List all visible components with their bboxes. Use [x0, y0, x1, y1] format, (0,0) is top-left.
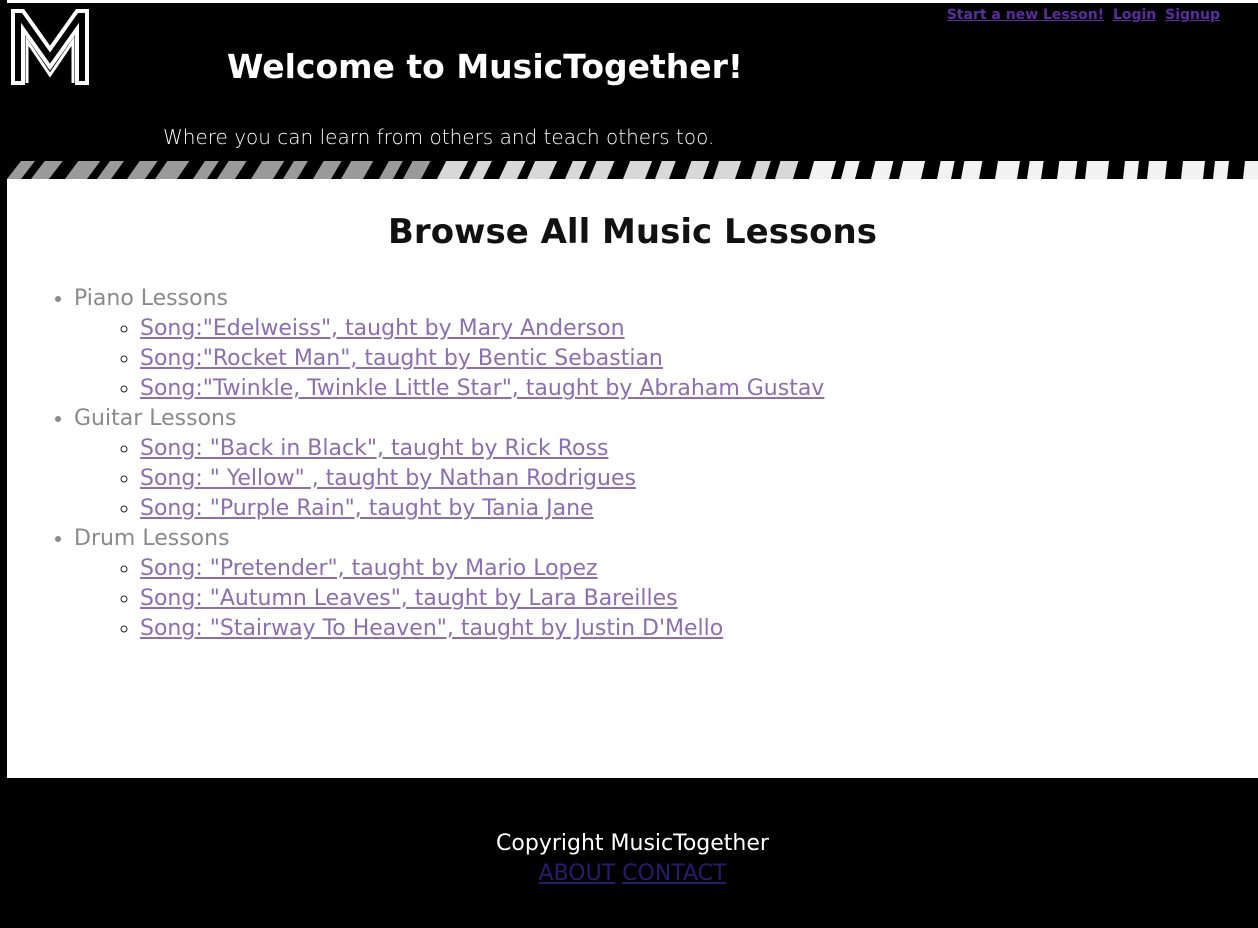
piano-key — [437, 161, 469, 179]
piano-key — [775, 161, 799, 179]
about-link[interactable]: ABOUT — [539, 861, 616, 886]
copyright-text: Copyright MusicTogether — [496, 831, 769, 856]
list-item: Song:"Twinkle, Twinkle Little Star", tau… — [140, 374, 1258, 404]
category-drum: Drum Lessons Song: "Pretender", taught b… — [74, 524, 1258, 644]
start-new-lesson-link[interactable]: Start a new Lesson! — [947, 7, 1104, 23]
category-label: Piano Lessons — [74, 286, 228, 311]
piano-key — [937, 161, 955, 179]
piano-key — [313, 161, 342, 179]
piano-keys-banner — [7, 161, 1258, 179]
piano-key — [127, 161, 158, 179]
lesson-link[interactable]: Song: " Yellow" , taught by Nathan Rodri… — [140, 466, 636, 491]
piano-key — [751, 161, 771, 179]
piano-key — [7, 161, 35, 179]
lesson-link[interactable]: Song: "Back in Black", taught by Rick Ro… — [140, 436, 608, 461]
piano-key — [341, 161, 374, 179]
list-item: Song: "Purple Rain", taught by Tania Jan… — [140, 494, 1258, 524]
contact-link[interactable]: CONTACT — [622, 861, 726, 886]
lesson-link[interactable]: Song: "Purple Rain", taught by Tania Jan… — [140, 496, 594, 521]
piano-key — [841, 161, 860, 179]
piano-key — [655, 161, 676, 179]
piano-key — [155, 161, 190, 179]
left-edge-strip — [0, 0, 7, 928]
list-item: Song: "Pretender", taught by Mario Lopez — [140, 554, 1258, 584]
lesson-link[interactable]: Song:"Twinkle, Twinkle Little Star", tau… — [140, 376, 824, 401]
piano-key — [31, 161, 63, 179]
list-item: Song: "Back in Black", taught by Rick Ro… — [140, 434, 1258, 464]
lesson-link[interactable]: Song: "Autumn Leaves", taught by Lara Ba… — [140, 586, 678, 611]
login-link[interactable]: Login — [1113, 7, 1156, 23]
piano-key — [469, 161, 492, 179]
piano-key — [1123, 161, 1139, 179]
piano-key — [403, 161, 431, 179]
category-piano: Piano Lessons Song:"Edelweiss", taught b… — [74, 284, 1258, 404]
lesson-link[interactable]: Song:"Rocket Man", taught by Bentic Seba… — [140, 346, 663, 371]
main-content: Browse All Music Lessons Piano Lessons S… — [7, 179, 1258, 644]
piano-key — [251, 161, 285, 179]
piano-key — [1213, 161, 1229, 179]
piano-key — [871, 161, 894, 179]
top-nav: Start a new Lesson! Login Signup — [943, 7, 1220, 23]
piano-key — [623, 161, 653, 179]
piano-key — [1147, 161, 1167, 179]
lesson-list: Song: "Pretender", taught by Mario Lopez… — [74, 554, 1258, 644]
list-item: Song: " Yellow" , taught by Nathan Rodri… — [140, 464, 1258, 494]
piano-key — [65, 161, 101, 179]
piano-key — [1181, 161, 1205, 179]
piano-key — [961, 161, 983, 179]
site-header: Start a new Lesson! Login Signup Welcome… — [7, 3, 1258, 179]
piano-key — [527, 161, 558, 179]
category-label: Guitar Lessons — [74, 406, 237, 431]
piano-key — [499, 161, 526, 179]
piano-key — [1243, 161, 1258, 179]
piano-key — [379, 161, 403, 179]
piano-key — [283, 161, 308, 179]
piano-key — [589, 161, 615, 179]
piano-key — [899, 161, 926, 179]
piano-key — [809, 161, 837, 179]
list-item: Song:"Rocket Man", taught by Bentic Seba… — [140, 344, 1258, 374]
lesson-categories-list: Piano Lessons Song:"Edelweiss", taught b… — [7, 284, 1258, 644]
category-label: Drum Lessons — [74, 526, 230, 551]
piano-key — [995, 161, 1021, 179]
site-title: Welcome to MusicTogether! — [227, 47, 743, 86]
piano-key — [97, 161, 124, 179]
piano-key — [217, 161, 247, 179]
site-tagline: Where you can learn from others and teac… — [163, 125, 715, 149]
signup-link[interactable]: Signup — [1165, 7, 1220, 23]
list-item: Song: "Stairway To Heaven", taught by Ju… — [140, 614, 1258, 644]
piano-key — [193, 161, 219, 179]
site-footer: Copyright MusicTogether ABOUT CONTACT — [7, 778, 1258, 928]
page-heading: Browse All Music Lessons — [388, 212, 877, 252]
lesson-link[interactable]: Song:"Edelweiss", taught by Mary Anderso… — [140, 316, 625, 341]
piano-key — [565, 161, 587, 179]
lesson-list: Song:"Edelweiss", taught by Mary Anderso… — [74, 314, 1258, 404]
piano-key — [713, 161, 742, 179]
list-item: Song: "Autumn Leaves", taught by Lara Ba… — [140, 584, 1258, 614]
lesson-link[interactable]: Song: "Stairway To Heaven", taught by Ju… — [140, 616, 723, 641]
category-guitar: Guitar Lessons Song: "Back in Black", ta… — [74, 404, 1258, 524]
lesson-link[interactable]: Song: "Pretender", taught by Mario Lopez — [140, 556, 598, 581]
piano-key — [1057, 161, 1078, 179]
piano-key — [685, 161, 710, 179]
piano-key — [1027, 161, 1044, 179]
lesson-list: Song: "Back in Black", taught by Rick Ro… — [74, 434, 1258, 524]
musictogether-logo-icon[interactable] — [9, 5, 91, 87]
list-item: Song:"Edelweiss", taught by Mary Anderso… — [140, 314, 1258, 344]
footer-links: ABOUT CONTACT — [7, 859, 1258, 889]
piano-key — [1085, 161, 1110, 179]
